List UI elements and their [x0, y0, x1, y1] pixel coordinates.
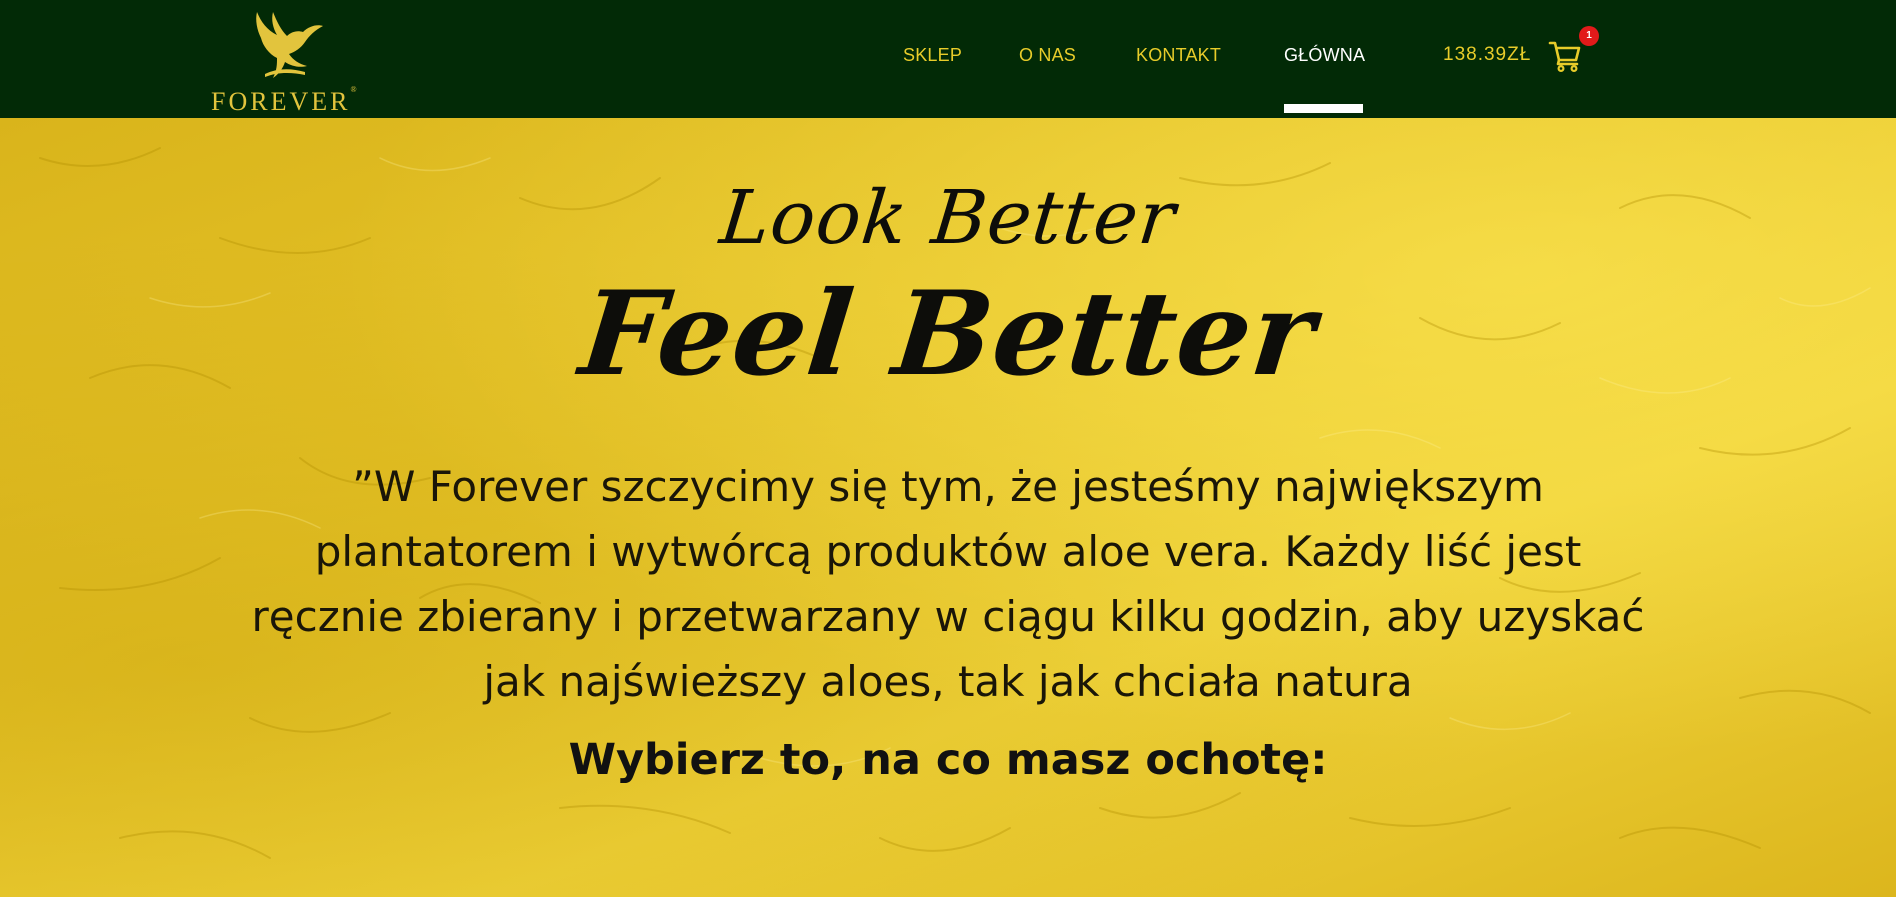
brand-quote: ”W Forever szczycimy się tym, że jesteśm…: [251, 462, 1645, 706]
brand-wordmark: FOREVER®: [211, 85, 357, 116]
nav-link-o-nas[interactable]: O NAS: [1019, 45, 1076, 69]
brand-logo[interactable]: FOREVER®: [205, 8, 375, 116]
site-header: FOREVER® SKLEP O NAS KONTAKT GŁÓWNA 138.…: [0, 0, 1896, 118]
eagle-logo-icon: [256, 12, 323, 78]
nav-link-sklep[interactable]: SKLEP: [903, 45, 962, 69]
headline-look-better: Look Better: [716, 175, 1180, 261]
nav-link-glowna[interactable]: GŁÓWNA: [1284, 45, 1365, 69]
active-nav-indicator: [1284, 104, 1363, 113]
cart-total[interactable]: 138.39ZŁ: [1443, 44, 1531, 66]
page: FOREVER® SKLEP O NAS KONTAKT GŁÓWNA 138.…: [0, 0, 1896, 897]
cart-count-badge: 1: [1579, 26, 1599, 46]
headline-feel-better: Feel Better: [574, 266, 1322, 402]
cart-icon[interactable]: [1548, 40, 1582, 73]
hero-section: Look Better Feel Better ”W Forever szczy…: [0, 118, 1896, 897]
nav-link-kontakt[interactable]: KONTAKT: [1136, 45, 1221, 69]
choose-heading: Wybierz to, na co masz ochotę:: [568, 735, 1328, 785]
